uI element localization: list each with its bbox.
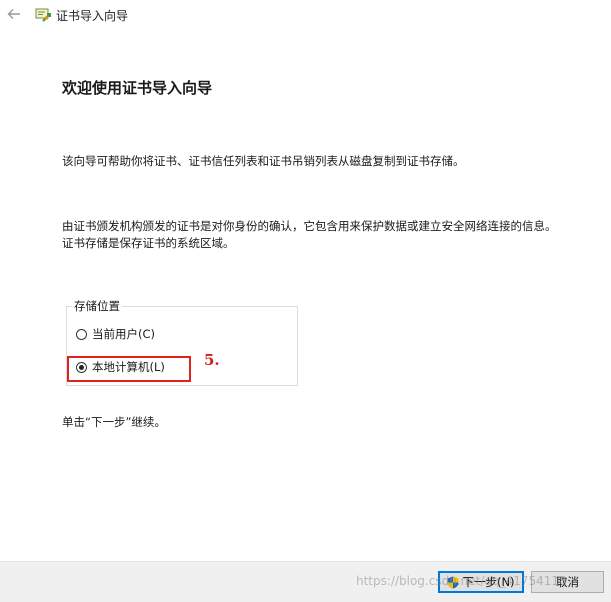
certificate-icon: [34, 6, 52, 24]
title-bar: 证书导入向导: [0, 0, 611, 30]
certificate-import-wizard-window: 证书导入向导 欢迎使用证书导入向导 该向导可帮助你将证书、证书信任列表和证书吊销…: [0, 0, 611, 602]
back-arrow-icon[interactable]: [6, 6, 22, 22]
uac-shield-icon: [447, 576, 459, 589]
store-location-label: 存储位置: [72, 298, 122, 314]
highlight-annotation-box: [67, 356, 191, 382]
window-title: 证书导入向导: [56, 9, 129, 23]
continue-instruction: 单击“下一步”继续。: [62, 415, 166, 429]
next-button-label: 下一步(N): [462, 575, 515, 589]
next-button[interactable]: 下一步(N): [438, 571, 524, 593]
cancel-button-label: 取消: [556, 575, 579, 589]
cancel-button[interactable]: 取消: [531, 571, 604, 593]
page-title: 欢迎使用证书导入向导: [62, 79, 213, 97]
step-annotation: 5.: [204, 351, 220, 369]
intro-text: 该向导可帮助你将证书、证书信任列表和证书吊销列表从磁盘复制到证书存储。: [62, 154, 465, 168]
radio-current-user-label: 当前用户(C): [92, 327, 156, 341]
certificate-description-text: 由证书颁发机构颁发的证书是对你身份的确认，它包含用来保护数据或建立安全网络连接的…: [62, 219, 557, 250]
radio-button-unchecked[interactable]: [76, 328, 87, 340]
radio-current-user[interactable]: 当前用户(C): [76, 326, 155, 342]
